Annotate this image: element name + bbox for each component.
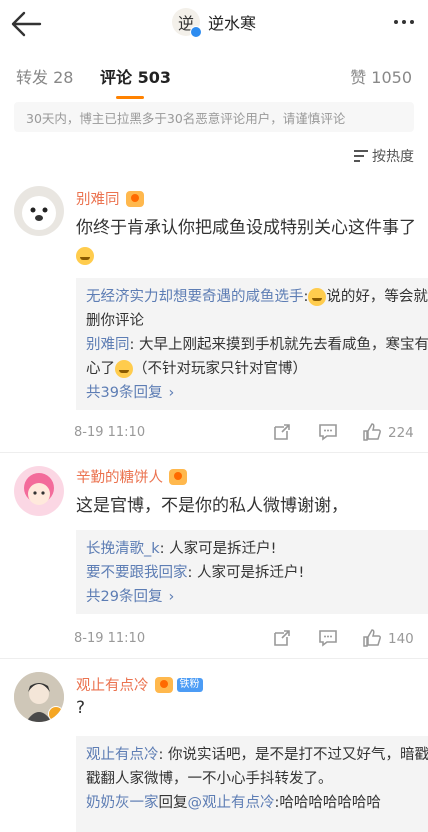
comment-meta: 8-19 11:10 224 <box>74 422 414 446</box>
comment-date: 8-19 11:10 <box>74 425 146 440</box>
reply-preview-box[interactable]: 观止有点冷: 你说实话吧，是不是打不过又好气，暗戳戳翻人家微博，一不小心手抖转发… <box>76 736 428 832</box>
comment-text: 这是官博，不是你的私人微博谢谢， <box>76 496 348 516</box>
username[interactable]: 别难同 <box>76 188 144 209</box>
top-bar: 逆 逆水寒 <box>0 0 428 46</box>
reply-item: 观止有点冷: 你说实话吧，是不是打不过又好气，暗戳戳翻人家微博，一不小心手抖转发… <box>86 747 428 787</box>
comment-icon[interactable] <box>318 422 338 442</box>
emoji-icon <box>76 247 94 265</box>
chevron-right-icon: › <box>168 589 175 605</box>
reply-item: 无经济实力却想要奇遇的咸鱼选手: 说的好，等会就删你评论 <box>86 288 428 329</box>
reply-item: 要不要跟我回家: 人家可是拆迁户! <box>86 565 305 581</box>
emoji-icon <box>308 288 327 306</box>
reply-item: 别难同: 大早上刚起来摸到手机就先去看咸鱼，寒宝有心了 （不针对玩家只针对官博） <box>86 337 428 378</box>
active-tab-indicator <box>116 96 144 99</box>
tab-reposts[interactable]: 转发 28 <box>16 64 73 88</box>
more-replies-link[interactable]: 共39条回复 › <box>86 381 428 405</box>
medal-icon <box>154 676 173 693</box>
sort-label: 按热度 <box>372 149 414 165</box>
like-icon[interactable] <box>362 628 382 648</box>
blocklist-notice: 30天内，博主已拉黑多于30名恶意评论用户，请谨慎评论 <box>14 102 414 132</box>
more-replies-link[interactable]: 共29条回复 › <box>86 585 428 609</box>
username[interactable]: 辛勤的糖饼人 <box>76 466 187 487</box>
tab-bar: 转发 28 评论 503 赞 1050 <box>0 56 428 99</box>
chevron-right-icon: › <box>168 385 175 401</box>
reply-item: 长挽清歌_k: 人家可是拆迁户! <box>86 541 277 557</box>
like-count: 140 <box>388 631 414 647</box>
reply-item: 奶奶灰一家回复@观止有点冷:哈哈哈哈哈哈哈 <box>86 795 381 811</box>
repost-icon[interactable] <box>272 422 292 442</box>
divider <box>0 658 428 668</box>
like-icon[interactable] <box>362 422 382 442</box>
title-block[interactable]: 逆 逆水寒 <box>0 8 428 38</box>
reply-preview-box[interactable]: 长挽清歌_k: 人家可是拆迁户! 要不要跟我回家: 人家可是拆迁户! 共29条回… <box>76 530 428 614</box>
avatar[interactable] <box>14 186 64 236</box>
emoji-icon <box>115 360 133 378</box>
comment-text: 你终于肯承认你把咸鱼设成特别关心这件事了 <box>76 214 416 270</box>
account-avatar[interactable]: 逆 <box>171 8 202 38</box>
tab-comments[interactable]: 评论 503 <box>100 64 171 88</box>
comment-date: 8-19 11:10 <box>74 631 146 646</box>
reply-preview-box[interactable]: 无经济实力却想要奇遇的咸鱼选手: 说的好，等会就删你评论 别难同: 大早上刚起来摸… <box>76 278 428 410</box>
sort-icon <box>354 150 368 162</box>
comment-icon[interactable] <box>318 628 338 648</box>
avatar[interactable] <box>14 466 64 516</box>
verified-v-icon <box>48 706 64 722</box>
like-count: 224 <box>388 425 414 441</box>
medal-icon <box>125 190 144 207</box>
divider <box>0 452 428 462</box>
more-options-icon[interactable] <box>394 20 414 24</box>
repost-icon[interactable] <box>272 628 292 648</box>
page-title: 逆水寒 <box>207 14 256 33</box>
username[interactable]: 观止有点冷 铁粉 <box>76 674 203 695</box>
avatar[interactable] <box>14 672 64 722</box>
sort-toggle[interactable]: 按热度 <box>354 146 414 166</box>
tab-likes[interactable]: 赞 1050 <box>350 64 412 88</box>
fan-badge: 铁粉 <box>176 677 203 692</box>
comment-text: ? <box>76 698 86 718</box>
comment-meta: 8-19 11:10 140 <box>74 628 414 652</box>
medal-icon <box>169 468 187 485</box>
verified-icon <box>189 26 202 38</box>
